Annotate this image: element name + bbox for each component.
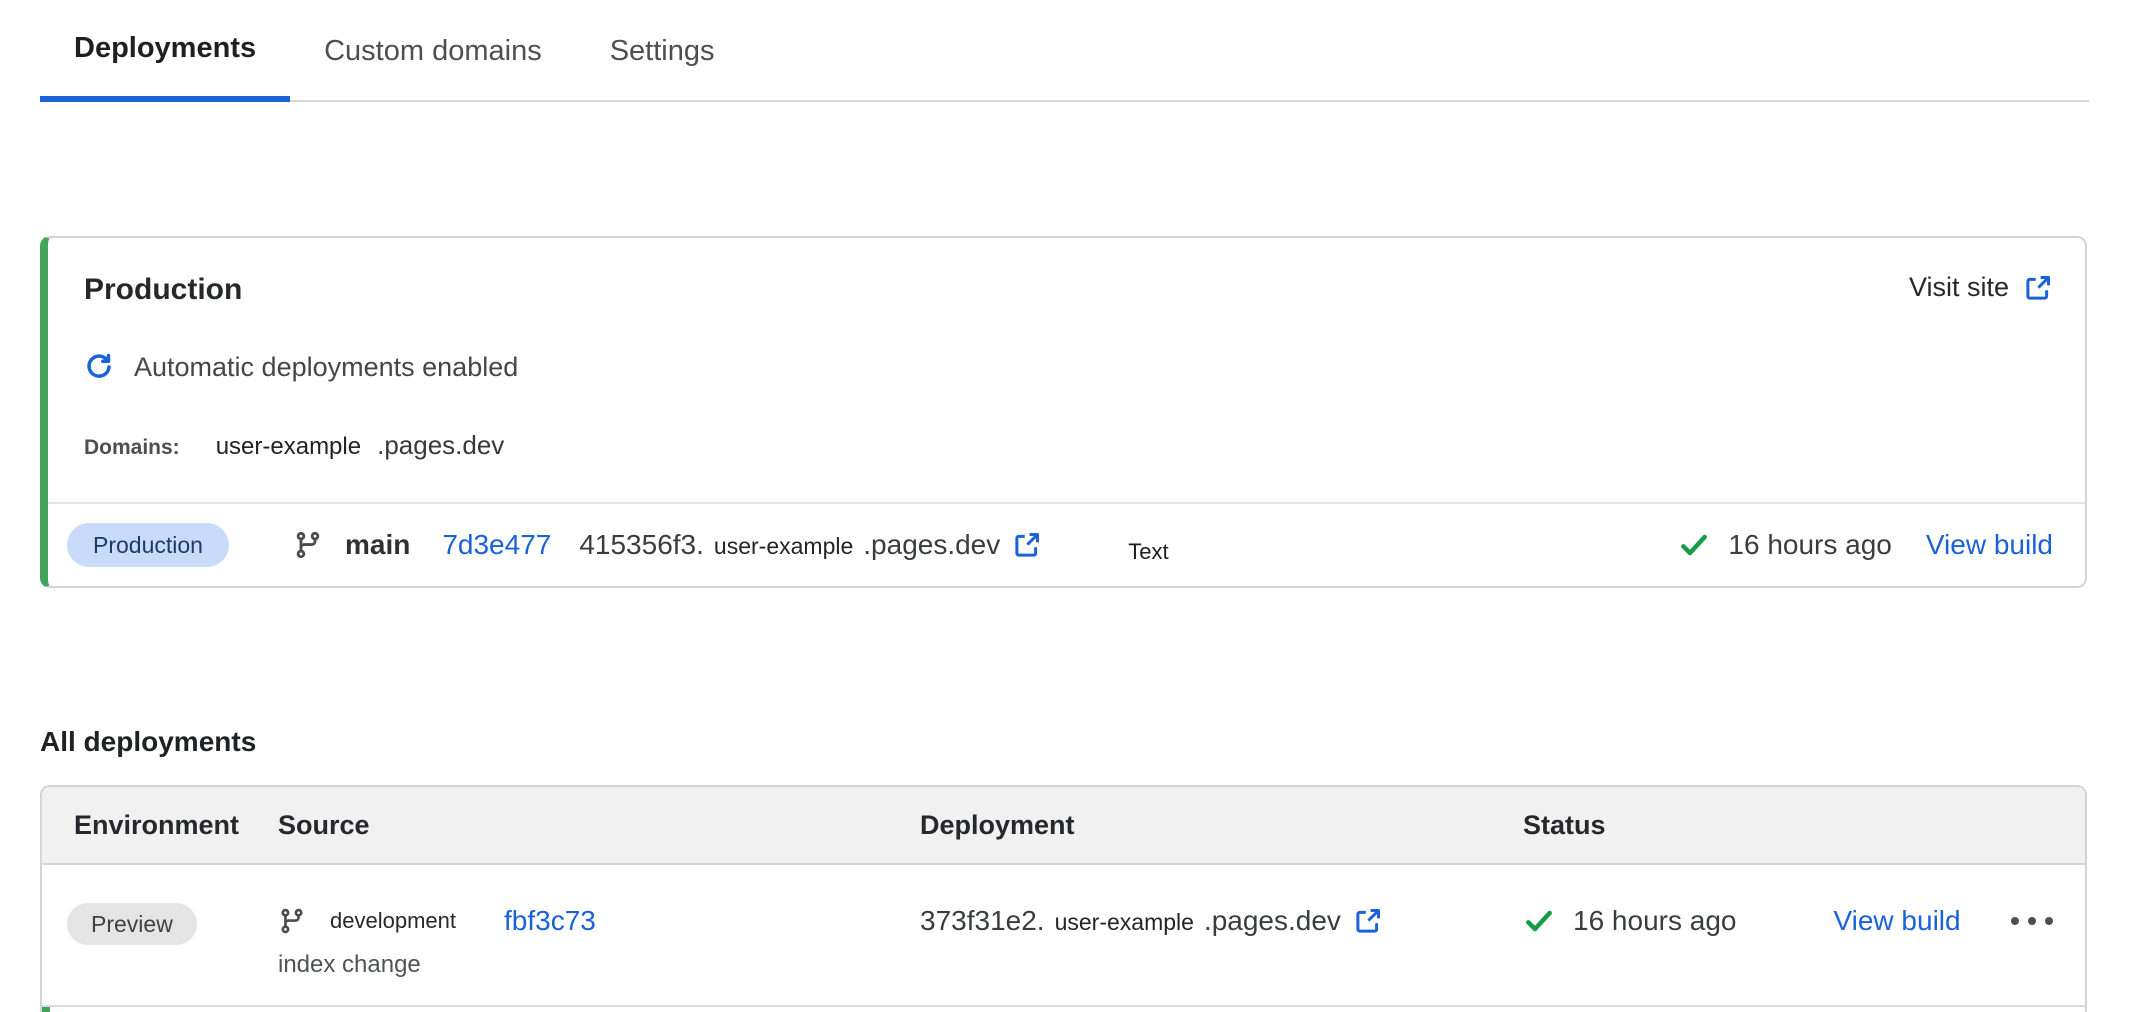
deployment-url: 415356f3. user-example .pages.dev bbox=[579, 529, 1000, 561]
source-cell: development fbf3c73 index change bbox=[278, 865, 920, 1005]
deployment-url-name: user-example bbox=[714, 533, 853, 560]
check-icon bbox=[1523, 905, 1555, 937]
all-deployments-title: All deployments bbox=[40, 727, 2132, 757]
production-card: Production Visit site Automatic deployme… bbox=[40, 236, 2087, 588]
annotation-note: Text bbox=[1128, 539, 1168, 565]
auto-deployments-text: Automatic deployments enabled bbox=[134, 352, 518, 383]
deployment-time: 16 hours ago bbox=[1728, 529, 1891, 561]
branch-name: main bbox=[345, 529, 410, 561]
deployment-status-group: 16 hours ago View build bbox=[1678, 529, 2053, 561]
visit-site-label: Visit site bbox=[1909, 272, 2009, 303]
external-link-icon bbox=[2023, 273, 2053, 303]
domains-row: Domains: user-example .pages.dev bbox=[84, 430, 2085, 458]
production-card-header: Production Visit site bbox=[48, 238, 2085, 308]
commit-link[interactable]: 7d3e477 bbox=[442, 529, 551, 561]
git-branch-icon bbox=[293, 530, 323, 560]
commit-link[interactable]: fbf3c73 bbox=[504, 905, 596, 937]
column-header-source: Source bbox=[278, 810, 920, 841]
production-title: Production bbox=[84, 272, 242, 308]
deployments-table: Environment Source Deployment Status Pre… bbox=[40, 785, 2087, 1012]
tab-bar: Deployments Custom domains Settings bbox=[40, 0, 2089, 102]
tab-settings[interactable]: Settings bbox=[576, 0, 749, 102]
column-header-environment: Environment bbox=[42, 810, 278, 841]
more-actions-icon[interactable] bbox=[2009, 911, 2055, 931]
view-build-link[interactable]: View build bbox=[1926, 529, 2053, 561]
deployment-url-name: user-example bbox=[1055, 909, 1194, 936]
column-header-status: Status bbox=[1523, 810, 2085, 841]
deployment-url-prefix: 415356f3. bbox=[579, 529, 704, 561]
domains-label: Domains: bbox=[84, 436, 180, 460]
external-link-icon[interactable] bbox=[1012, 530, 1042, 560]
tab-custom-domains[interactable]: Custom domains bbox=[290, 0, 576, 102]
next-row-partial bbox=[42, 1007, 2085, 1012]
environment-cell: Preview bbox=[42, 865, 278, 1005]
source-branch-line: development fbf3c73 bbox=[278, 903, 920, 939]
deployment-cell: 373f31e2. user-example .pages.dev bbox=[920, 865, 1523, 1005]
deployment-time: 16 hours ago bbox=[1573, 905, 1736, 937]
refresh-icon bbox=[84, 352, 114, 382]
production-deployment-row: Production main 7d3e477 415356f3. user-e… bbox=[48, 502, 2085, 586]
branch-name: development bbox=[330, 908, 456, 934]
commit-message: index change bbox=[278, 951, 920, 979]
deployment-url: 373f31e2. user-example .pages.dev bbox=[920, 905, 1341, 937]
view-build-link[interactable]: View build bbox=[1833, 905, 1960, 937]
pages-project-screen: Deployments Custom domains Settings Prod… bbox=[0, 0, 2132, 1012]
visit-site-link[interactable]: Visit site bbox=[1909, 272, 2053, 303]
external-link-icon[interactable] bbox=[1353, 906, 1383, 936]
deployment-url-suffix: .pages.dev bbox=[1204, 905, 1341, 937]
column-header-deployment: Deployment bbox=[920, 810, 1523, 841]
auto-deployments-row: Automatic deployments enabled bbox=[84, 352, 2085, 382]
table-row: Preview development fbf3c73 index change bbox=[42, 865, 2085, 1007]
status-cell: 16 hours ago View build bbox=[1523, 865, 2085, 1005]
table-header-row: Environment Source Deployment Status bbox=[42, 787, 2085, 865]
deployment-url-suffix: .pages.dev bbox=[863, 529, 1000, 561]
tab-deployments[interactable]: Deployments bbox=[40, 0, 290, 102]
deployment-url-prefix: 373f31e2. bbox=[920, 905, 1045, 937]
domain-name: user-example bbox=[216, 433, 361, 461]
git-branch-icon bbox=[278, 907, 306, 935]
domain-suffix: .pages.dev bbox=[377, 430, 504, 461]
environment-badge: Preview bbox=[67, 903, 197, 945]
environment-badge: Production bbox=[67, 523, 229, 567]
check-icon bbox=[1678, 529, 1710, 561]
